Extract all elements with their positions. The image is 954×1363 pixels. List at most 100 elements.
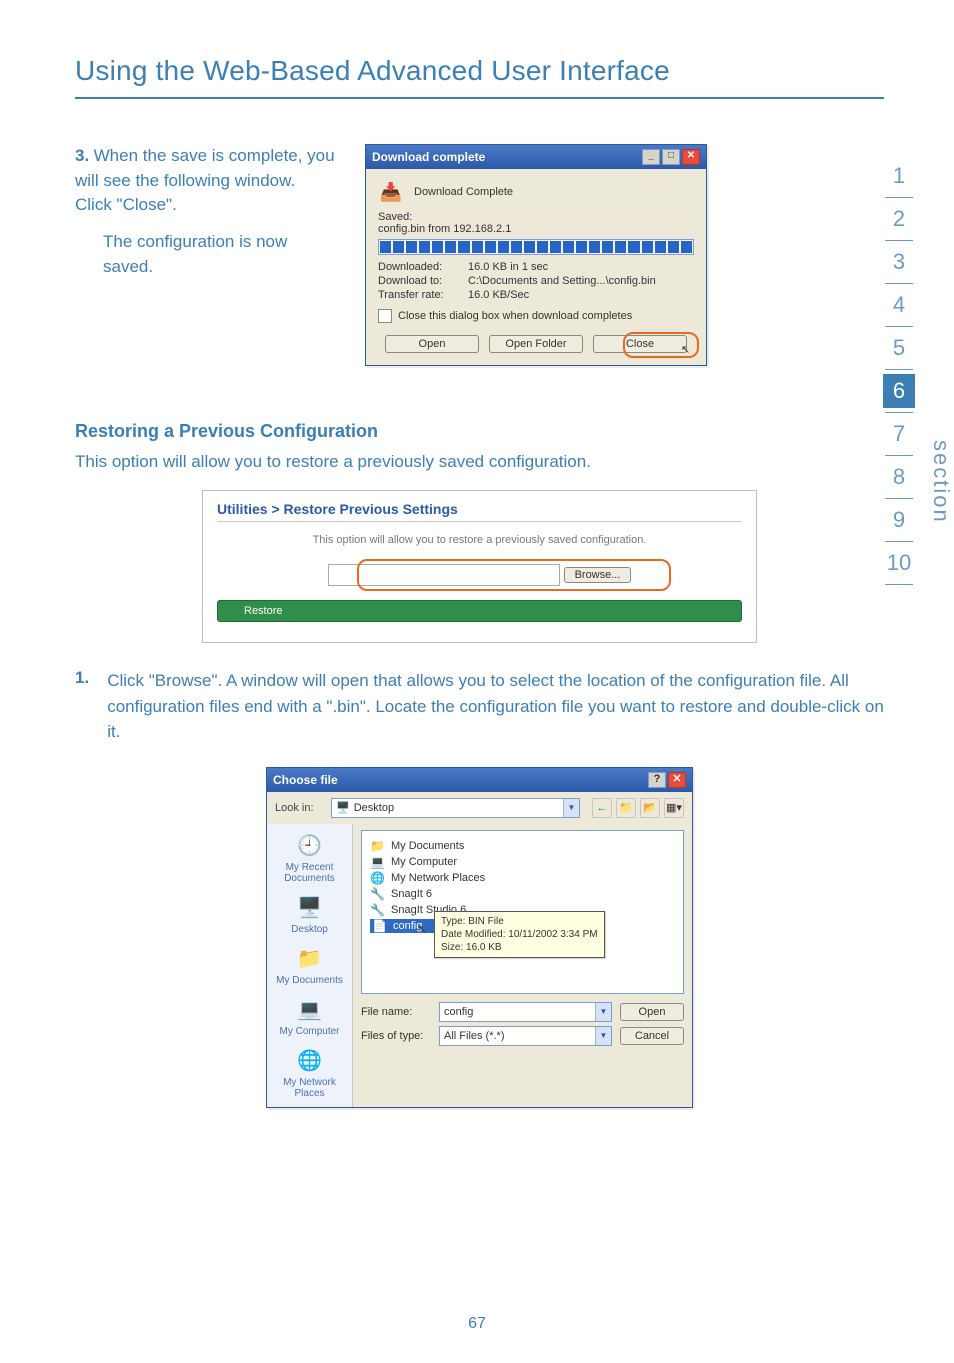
open-folder-button[interactable]: Open Folder: [489, 335, 583, 353]
filename-value: config: [444, 1006, 473, 1018]
nav-3[interactable]: 3: [879, 241, 919, 283]
downloaded-key: Downloaded:: [378, 261, 468, 273]
choose-file-title: Choose file: [273, 773, 338, 787]
tooltip-date: Date Modified: 10/11/2002 3:34 PM: [441, 928, 598, 941]
open-button[interactable]: Open: [620, 1003, 684, 1021]
download-icon: 📥: [378, 179, 404, 205]
transfer-val: 16.0 KB/Sec: [468, 289, 529, 301]
place-mynetwork-label: My Network Places: [267, 1077, 352, 1099]
help-icon[interactable]: ?: [648, 772, 666, 788]
place-mycomputer[interactable]: 💻 My Computer: [279, 996, 339, 1037]
tooltip-type: Type: BIN File: [441, 915, 598, 928]
desktop-icon: 🖥️: [294, 894, 326, 922]
close-icon[interactable]: ✕: [668, 772, 686, 788]
step3-text-1: When the save is complete, you will see …: [75, 146, 335, 214]
list-item-label: My Network Places: [391, 872, 485, 884]
close-checkbox[interactable]: [378, 309, 392, 323]
file-icon: 📄: [372, 919, 388, 933]
dialog-title: Download complete: [372, 150, 485, 164]
transfer-key: Transfer rate:: [378, 289, 468, 301]
file-area[interactable]: 📁My Documents 💻 My Computer 🌐My Network P…: [361, 830, 684, 994]
progress-bar: [378, 239, 694, 255]
nav-8[interactable]: 8: [879, 456, 919, 498]
step3-number: 3.: [75, 146, 89, 165]
computer-icon: 💻: [370, 855, 386, 869]
close-icon[interactable]: ✕: [682, 149, 700, 165]
saved-label: Saved:: [378, 211, 694, 223]
cursor-icon: ↖: [418, 923, 427, 936]
restore-box-title: Utilities > Restore Previous Settings: [217, 501, 742, 517]
nav-4[interactable]: 4: [879, 284, 919, 326]
browse-button[interactable]: Browse...: [564, 567, 632, 583]
open-button[interactable]: Open: [385, 335, 479, 353]
place-mydocs[interactable]: 📁 My Documents: [276, 945, 343, 986]
place-desktop[interactable]: 🖥️ Desktop: [291, 894, 328, 935]
nav-6-active[interactable]: 6: [883, 374, 915, 408]
back-icon[interactable]: ←: [592, 798, 612, 818]
chevron-down-icon[interactable]: ▼: [595, 1027, 611, 1045]
section-nav: 1 2 3 4 5 6 7 8 9 10: [879, 155, 919, 585]
new-folder-icon[interactable]: 📂: [640, 798, 660, 818]
restore-button[interactable]: Restore: [217, 600, 742, 622]
recent-icon: 🕘: [294, 832, 326, 860]
restore-heading: Restoring a Previous Configuration: [75, 421, 884, 442]
list-item[interactable]: 🔧SnagIt 6: [370, 887, 675, 901]
lookin-value: Desktop: [354, 802, 394, 814]
nav-7[interactable]: 7: [879, 413, 919, 455]
nav-10[interactable]: 10: [879, 542, 919, 584]
downloadto-key: Download to:: [378, 275, 468, 287]
filename-label: File name:: [361, 1006, 431, 1018]
cancel-button[interactable]: Cancel: [620, 1027, 684, 1045]
place-recent[interactable]: 🕘 My Recent Documents: [267, 832, 352, 884]
mynetwork-icon: 🌐: [294, 1047, 326, 1075]
step1-number: 1.: [75, 668, 89, 745]
restore-box: Utilities > Restore Previous Settings Th…: [202, 490, 757, 643]
mydocs-icon: 📁: [294, 945, 326, 973]
restore-box-desc: This option will allow you to restore a …: [217, 534, 742, 546]
lookin-dropdown[interactable]: 🖥️ Desktop ▼: [331, 798, 580, 818]
place-mynetwork[interactable]: 🌐 My Network Places: [267, 1047, 352, 1099]
restore-lead: This option will allow you to restore a …: [75, 452, 884, 472]
up-icon[interactable]: 📁: [616, 798, 636, 818]
filetype-label: Files of type:: [361, 1030, 431, 1042]
app-icon: 🔧: [370, 903, 386, 917]
filename-input[interactable]: config ▼: [439, 1002, 612, 1022]
place-desktop-label: Desktop: [291, 924, 328, 935]
place-recent-label: My Recent Documents: [267, 862, 352, 884]
nav-2[interactable]: 2: [879, 198, 919, 240]
chevron-down-icon[interactable]: ▼: [563, 799, 579, 817]
nav-9[interactable]: 9: [879, 499, 919, 541]
list-item-label: SnagIt 6: [391, 888, 432, 900]
page-number: 67: [0, 1315, 954, 1333]
place-mydocs-label: My Documents: [276, 975, 343, 986]
list-item[interactable]: 📁My Documents: [370, 839, 675, 853]
section-label: section: [928, 440, 954, 524]
mycomputer-icon: 💻: [293, 996, 325, 1024]
chevron-down-icon[interactable]: ▼: [595, 1003, 611, 1021]
step1-text: Click "Browse". A window will open that …: [107, 668, 884, 745]
title-underline: [75, 97, 884, 99]
cursor-icon: ↖: [681, 343, 690, 356]
choose-file-dialog: Choose file ? ✕ Look in: 🖥️ Desktop ▼ ← …: [266, 767, 693, 1108]
list-item[interactable]: 💻 My Computer: [370, 855, 675, 869]
place-mycomputer-label: My Computer: [279, 1026, 339, 1037]
close-button[interactable]: Close: [593, 335, 687, 353]
restore-file-input[interactable]: [328, 564, 560, 586]
nav-1[interactable]: 1: [879, 155, 919, 197]
download-complete-dialog: Download complete _ □ ✕ 📥 Download Compl…: [365, 144, 707, 366]
list-item-label: My Computer: [391, 856, 457, 868]
minimize-icon[interactable]: _: [642, 149, 660, 165]
close-checkbox-label: Close this dialog box when download comp…: [398, 310, 632, 322]
list-item[interactable]: 🌐My Network Places: [370, 871, 675, 885]
saved-value: config.bin from 192.168.2.1: [378, 223, 694, 235]
folder-icon: 📁: [370, 839, 386, 853]
step3-text-2: The configuration is now saved.: [103, 230, 335, 279]
tooltip-size: Size: 16.0 KB: [441, 941, 598, 954]
download-subtitle: Download Complete: [414, 186, 513, 198]
downloadto-val: C:\Documents and Setting...\config.bin: [468, 275, 656, 287]
nav-5[interactable]: 5: [879, 327, 919, 369]
views-icon[interactable]: ▦▾: [664, 798, 684, 818]
filetype-select[interactable]: All Files (*.*) ▼: [439, 1026, 612, 1046]
maximize-icon[interactable]: □: [662, 149, 680, 165]
desktop-icon: 🖥️: [336, 801, 350, 814]
